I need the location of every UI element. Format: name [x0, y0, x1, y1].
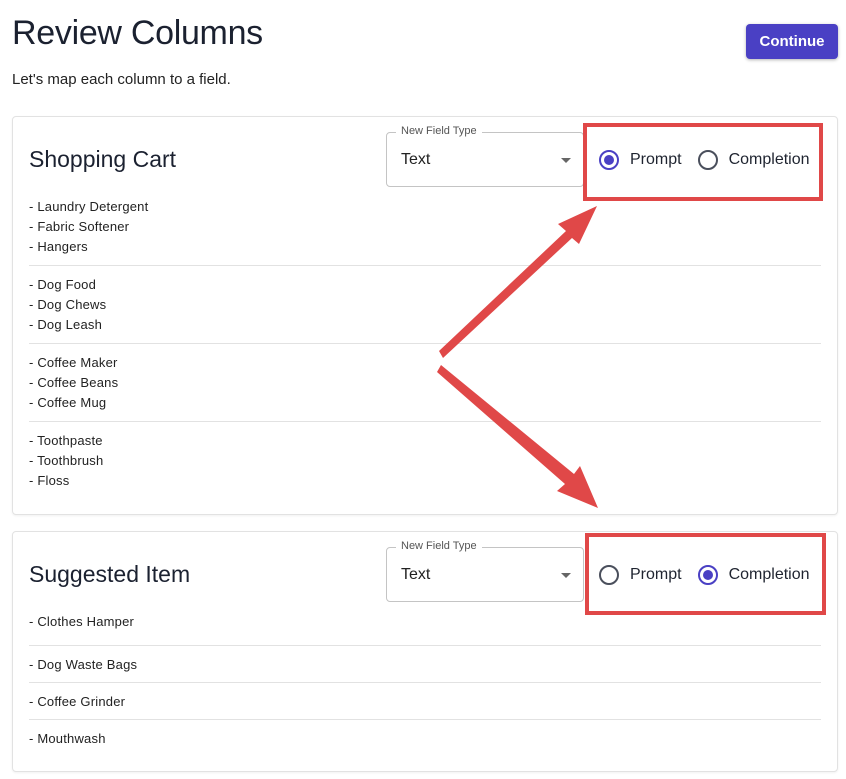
chevron-down-icon: [561, 158, 571, 163]
column-values: - Laundry Detergent - Fabric Softener - …: [29, 195, 821, 499]
value-line: - Mouthwash: [29, 731, 106, 746]
chevron-down-icon: [561, 573, 571, 578]
value-line: - Coffee Grinder: [29, 694, 126, 709]
value-line: - Fabric Softener: [29, 219, 130, 234]
value-line: - Hangers: [29, 239, 88, 254]
page-subtitle: Let's map each column to a field.: [12, 71, 231, 88]
continue-button[interactable]: Continue: [746, 24, 838, 59]
field-type-label: New Field Type: [396, 540, 482, 552]
list-item: - Toothpaste - Toothbrush - Floss: [29, 422, 821, 499]
value-line: - Toothpaste: [29, 433, 103, 448]
list-item: - Dog Waste Bags: [29, 646, 821, 683]
field-type-select[interactable]: New Field Type Text: [386, 125, 584, 187]
field-type-label: New Field Type: [396, 125, 482, 137]
list-item: - Mouthwash: [29, 720, 821, 757]
list-item: - Clothes Hamper: [29, 610, 821, 646]
annotation-highlight-box: [583, 123, 823, 201]
value-line: - Dog Chews: [29, 297, 107, 312]
value-line: - Coffee Beans: [29, 375, 119, 390]
value-line: - Coffee Mug: [29, 395, 107, 410]
annotation-highlight-box: [585, 533, 826, 615]
value-line: - Dog Food: [29, 277, 97, 292]
column-values: - Clothes Hamper - Dog Waste Bags - Coff…: [29, 610, 821, 757]
page-title: Review Columns: [12, 14, 263, 52]
value-line: - Toothbrush: [29, 453, 104, 468]
list-item: - Laundry Detergent - Fabric Softener - …: [29, 195, 821, 266]
list-item: - Coffee Grinder: [29, 683, 821, 720]
value-line: - Floss: [29, 473, 70, 488]
field-type-value: Text: [401, 566, 431, 583]
value-line: - Dog Waste Bags: [29, 657, 138, 672]
column-title: Shopping Cart: [29, 146, 177, 172]
value-line: - Coffee Maker: [29, 355, 118, 370]
list-item: - Coffee Maker - Coffee Beans - Coffee M…: [29, 344, 821, 422]
column-title: Suggested Item: [29, 561, 191, 587]
value-line: - Clothes Hamper: [29, 614, 135, 629]
list-item: - Dog Food - Dog Chews - Dog Leash: [29, 266, 821, 344]
field-type-value: Text: [401, 151, 431, 168]
field-type-select[interactable]: New Field Type Text: [386, 540, 584, 602]
value-line: - Dog Leash: [29, 317, 103, 332]
